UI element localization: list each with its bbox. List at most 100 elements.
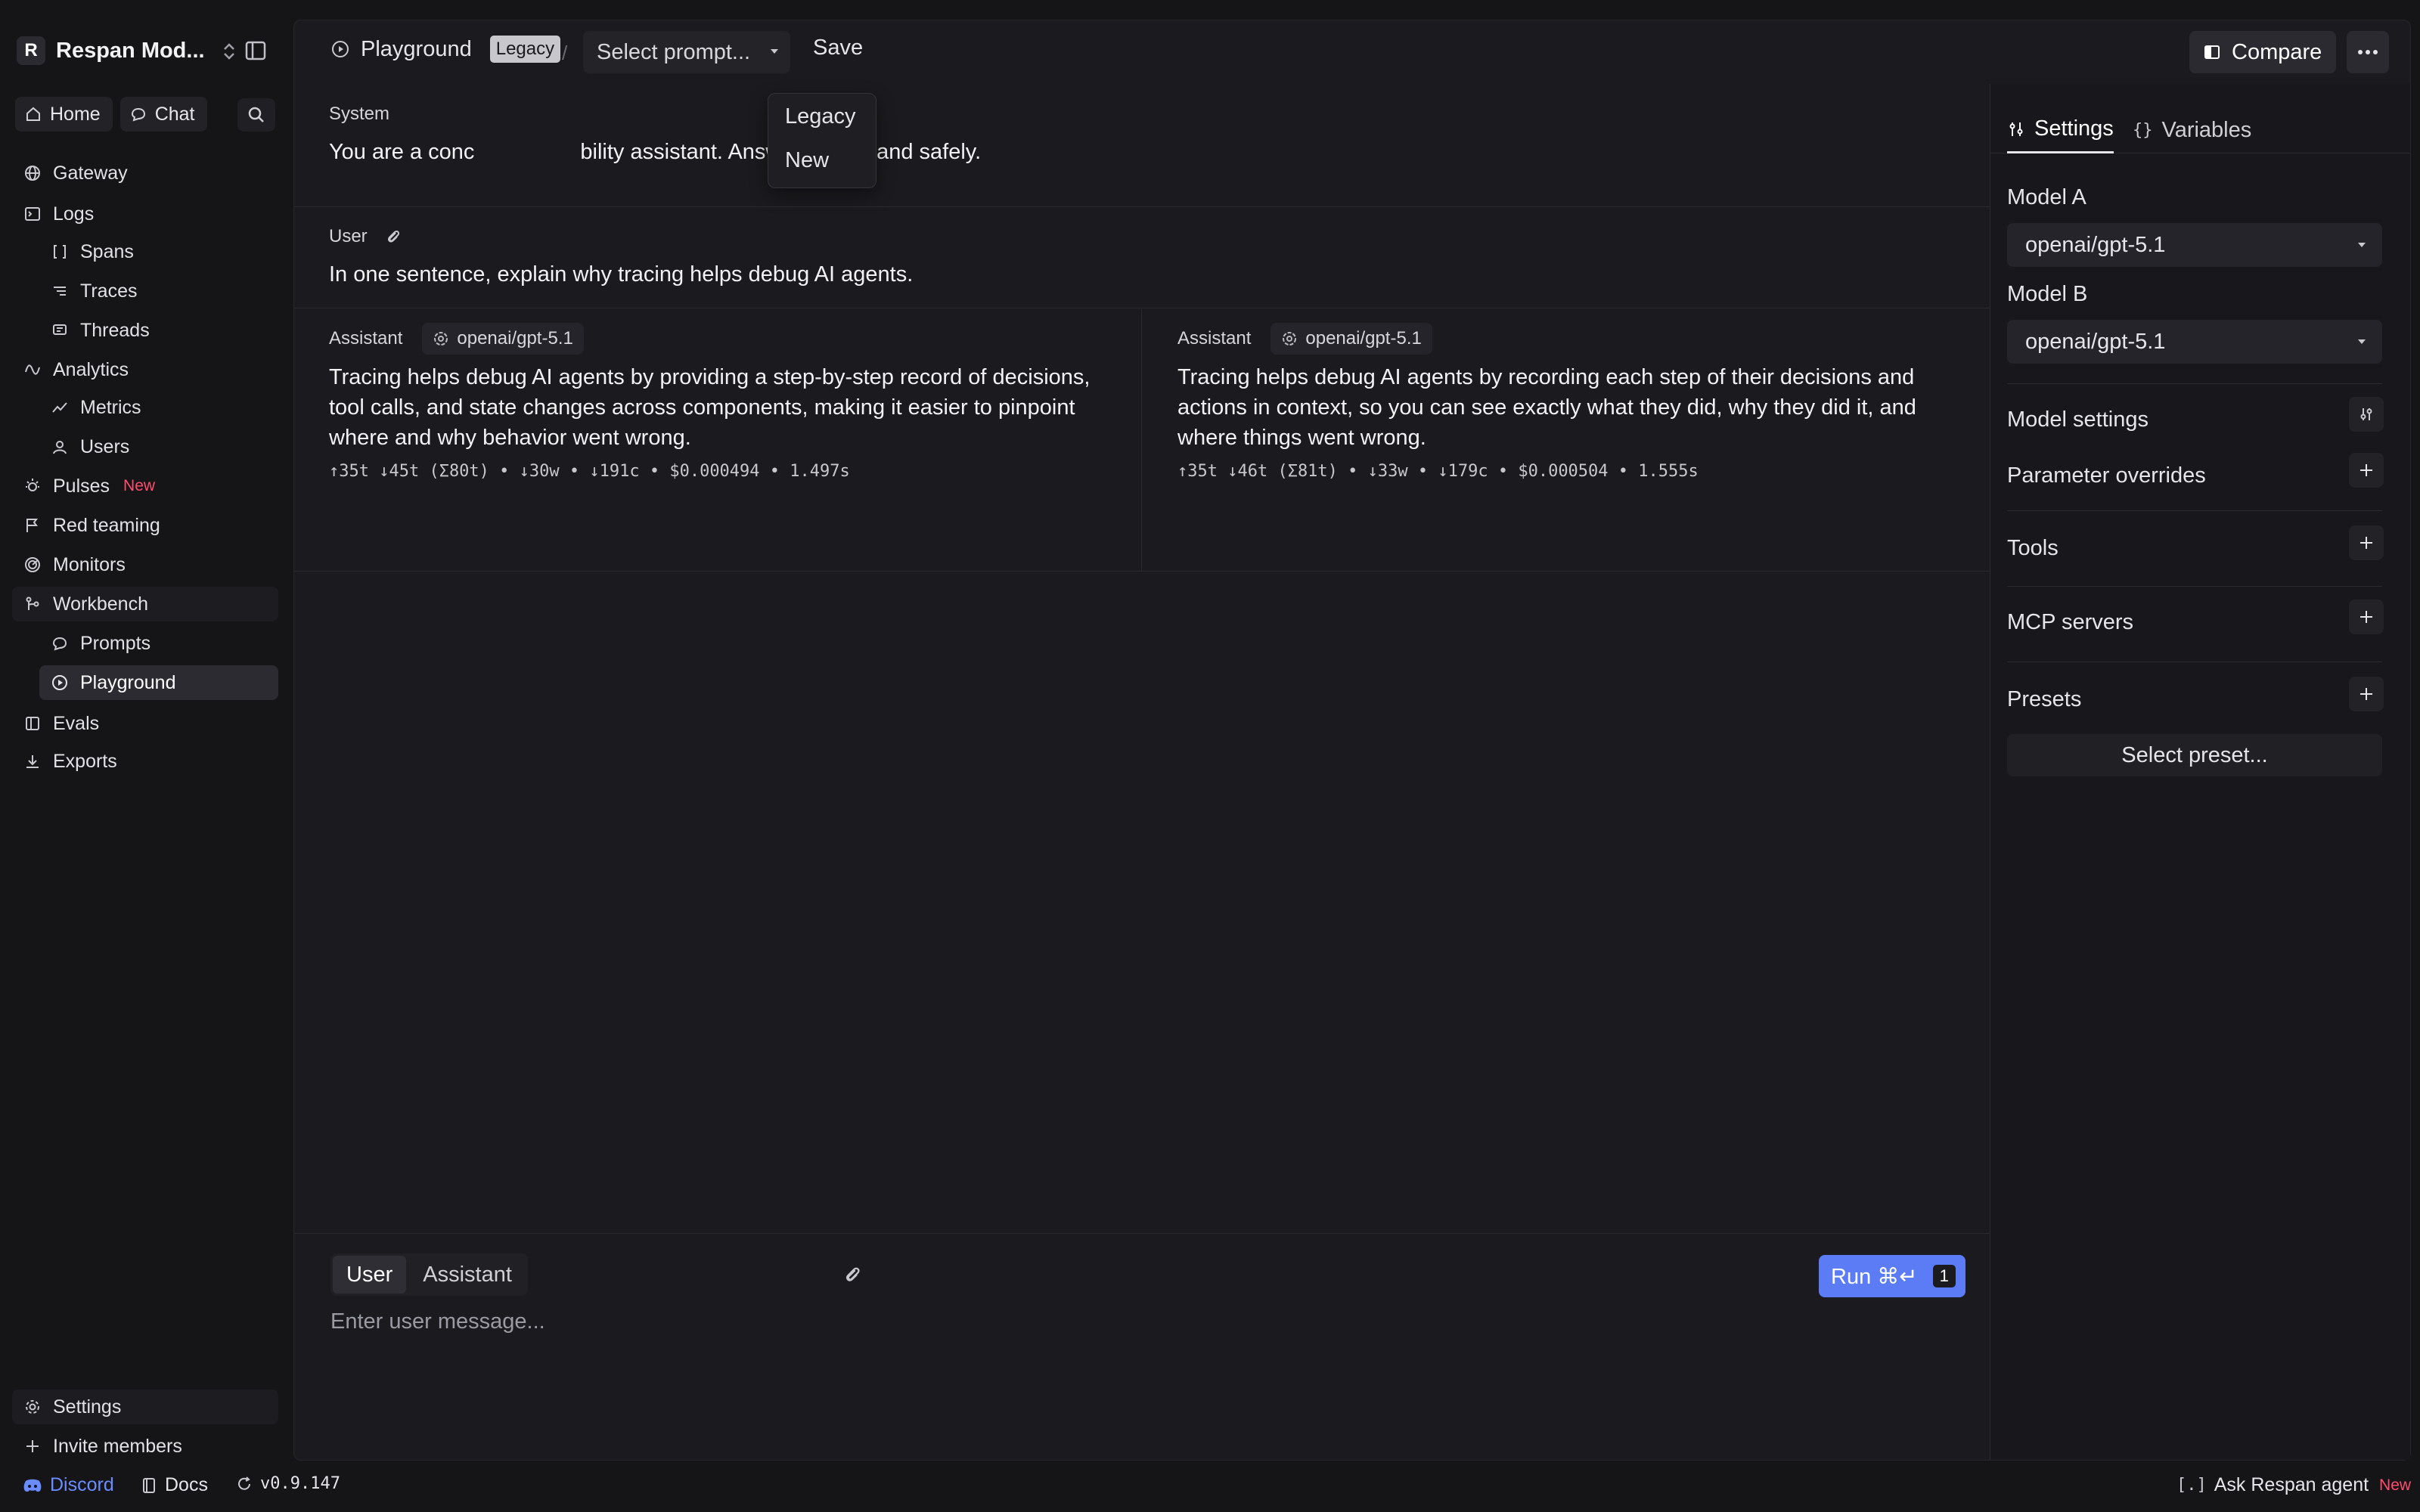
dropdown-option-new[interactable]: New xyxy=(785,148,829,173)
nav-monitors[interactable]: Monitors xyxy=(12,547,278,582)
model-settings-button[interactable] xyxy=(2349,397,2384,432)
speech-bubble-icon xyxy=(50,634,70,653)
nav-exports-label: Exports xyxy=(53,750,117,772)
model-chip-label: openai/gpt-5.1 xyxy=(457,328,573,349)
plus-icon xyxy=(2360,537,2372,549)
nav-gateway[interactable]: Gateway xyxy=(12,156,278,191)
nav-pulses-label: Pulses xyxy=(53,475,110,497)
search-button[interactable] xyxy=(237,98,275,132)
discord-link[interactable]: Discord xyxy=(23,1474,114,1496)
status-bar: Discord Docs v0.9.147 [.] Ask Respan age… xyxy=(0,1461,2420,1512)
nav-spans-label: Spans xyxy=(80,240,134,262)
column-divider xyxy=(1141,309,1142,571)
nav-traces[interactable]: Traces xyxy=(39,274,278,308)
workspace-switcher[interactable]: R Respan Mod... xyxy=(17,32,234,70)
tab-variables[interactable]: {} Variables xyxy=(2133,107,2251,153)
nav-monitors-label: Monitors xyxy=(53,553,126,575)
new-badge: New xyxy=(2379,1476,2412,1494)
response-b-text[interactable]: Tracing helps debug AI agents by recordi… xyxy=(1177,362,1979,453)
model-b-select[interactable]: openai/gpt-5.1 xyxy=(2007,320,2382,364)
model-b-value: openai/gpt-5.1 xyxy=(2025,329,2166,354)
nav-logs[interactable]: Logs xyxy=(12,197,278,231)
message-input[interactable]: Enter user message... xyxy=(330,1309,545,1334)
home-label: Home xyxy=(50,103,101,125)
nav-evals-label: Evals xyxy=(53,712,100,734)
role-assistant-button[interactable]: Assistant xyxy=(409,1256,526,1294)
dropdown-option-legacy[interactable]: Legacy xyxy=(785,104,856,129)
traces-icon xyxy=(50,281,70,301)
plus-icon xyxy=(2360,688,2372,700)
nav-threads[interactable]: Threads xyxy=(39,313,278,348)
save-button[interactable]: Save xyxy=(813,36,863,60)
more-options-button[interactable] xyxy=(2347,31,2389,73)
wave-icon xyxy=(23,360,42,380)
discord-icon xyxy=(23,1479,42,1492)
compare-icon xyxy=(2204,45,2220,59)
model-a-select[interactable]: openai/gpt-5.1 xyxy=(2007,223,2382,267)
nav-red-teaming-label: Red teaming xyxy=(53,514,160,536)
prompt-select[interactable]: Select prompt... xyxy=(583,31,790,73)
collapse-sidebar-button[interactable] xyxy=(239,36,272,67)
toolbar: Playground Legacy / Select prompt... Sav… xyxy=(294,20,2412,84)
nav-playground-label: Playground xyxy=(80,671,176,693)
nav-spans[interactable]: Spans xyxy=(39,234,278,269)
run-count-badge: 1 xyxy=(1932,1265,1956,1287)
version-indicator[interactable]: v0.9.147 xyxy=(236,1474,340,1493)
playground-panel: Playground Legacy / Select prompt... Sav… xyxy=(293,20,2411,1461)
trend-icon xyxy=(50,398,70,417)
model-chip[interactable]: openai/gpt-5.1 xyxy=(422,323,584,355)
system-label: System xyxy=(329,104,390,124)
tab-settings-label: Settings xyxy=(2034,116,2114,141)
nav-pulses[interactable]: Pulses New xyxy=(12,469,278,503)
version-tag[interactable]: Legacy xyxy=(489,36,561,63)
nav-workbench[interactable]: Workbench xyxy=(12,587,278,621)
invite-members-button[interactable]: Invite members xyxy=(12,1429,278,1464)
model-a-label: Model A xyxy=(2007,185,2086,209)
chat-button[interactable]: Chat xyxy=(119,97,207,132)
agent-bracket-icon: [.] xyxy=(2176,1476,2207,1495)
chevron-updown-icon xyxy=(224,43,234,60)
home-button[interactable]: Home xyxy=(15,97,113,132)
workbench-icon xyxy=(23,594,42,614)
book-icon xyxy=(143,1477,155,1493)
nav-playground[interactable]: Playground xyxy=(39,665,278,700)
add-mcp-server-button[interactable] xyxy=(2349,600,2384,634)
nav-gateway-label: Gateway xyxy=(53,162,128,184)
discord-label: Discord xyxy=(50,1474,114,1495)
system-text-start: You are a conc xyxy=(329,140,475,164)
conversation: System You are a conc bility assistant. A… xyxy=(294,84,1990,1248)
nav-prompts[interactable]: Prompts xyxy=(39,626,278,661)
workspace-name: Respan Mod... xyxy=(56,38,205,63)
model-a-value: openai/gpt-5.1 xyxy=(2025,232,2166,257)
role-user-button[interactable]: User xyxy=(333,1256,407,1294)
nav-logs-label: Logs xyxy=(53,203,95,225)
select-preset-button[interactable]: Select preset... xyxy=(2007,734,2382,776)
breadcrumb-playground[interactable]: Playground xyxy=(361,37,472,62)
nav-metrics[interactable]: Metrics xyxy=(39,390,278,425)
nav-settings[interactable]: Settings xyxy=(12,1390,278,1424)
nav-users[interactable]: Users xyxy=(39,429,278,464)
docs-link[interactable]: Docs xyxy=(141,1474,208,1496)
model-chip[interactable]: openai/gpt-5.1 xyxy=(1270,323,1432,355)
system-message[interactable]: You are a concbility assistant. Answer c… xyxy=(329,137,1955,167)
tab-settings[interactable]: Settings xyxy=(2007,107,2114,153)
nav-exports[interactable]: Exports xyxy=(12,744,278,779)
nav-traces-label: Traces xyxy=(80,280,138,302)
nav-red-teaming[interactable]: Red teaming xyxy=(12,508,278,543)
pulse-icon xyxy=(23,476,42,496)
assistant-label: Assistant xyxy=(1177,328,1252,349)
add-parameter-override-button[interactable] xyxy=(2349,453,2384,488)
nav-evals[interactable]: Evals xyxy=(12,706,278,741)
run-button[interactable]: Run ⌘↵ 1 xyxy=(1819,1255,1965,1297)
ask-agent-button[interactable]: [.] Ask Respan agent New xyxy=(2176,1474,2411,1496)
version-dropdown: Legacy New xyxy=(768,93,876,188)
threads-icon xyxy=(50,321,70,340)
message-composer: User Assistant Run ⌘↵ 1 Enter user messa… xyxy=(294,1233,1990,1460)
add-preset-button[interactable] xyxy=(2349,677,2384,711)
compare-button[interactable]: Compare xyxy=(2189,31,2336,73)
nav-analytics[interactable]: Analytics xyxy=(12,352,278,387)
add-tool-button[interactable] xyxy=(2349,525,2384,560)
attach-button[interactable] xyxy=(842,1264,861,1289)
nav-workbench-label: Workbench xyxy=(53,593,148,615)
user-message[interactable]: In one sentence, explain why tracing hel… xyxy=(329,259,913,290)
